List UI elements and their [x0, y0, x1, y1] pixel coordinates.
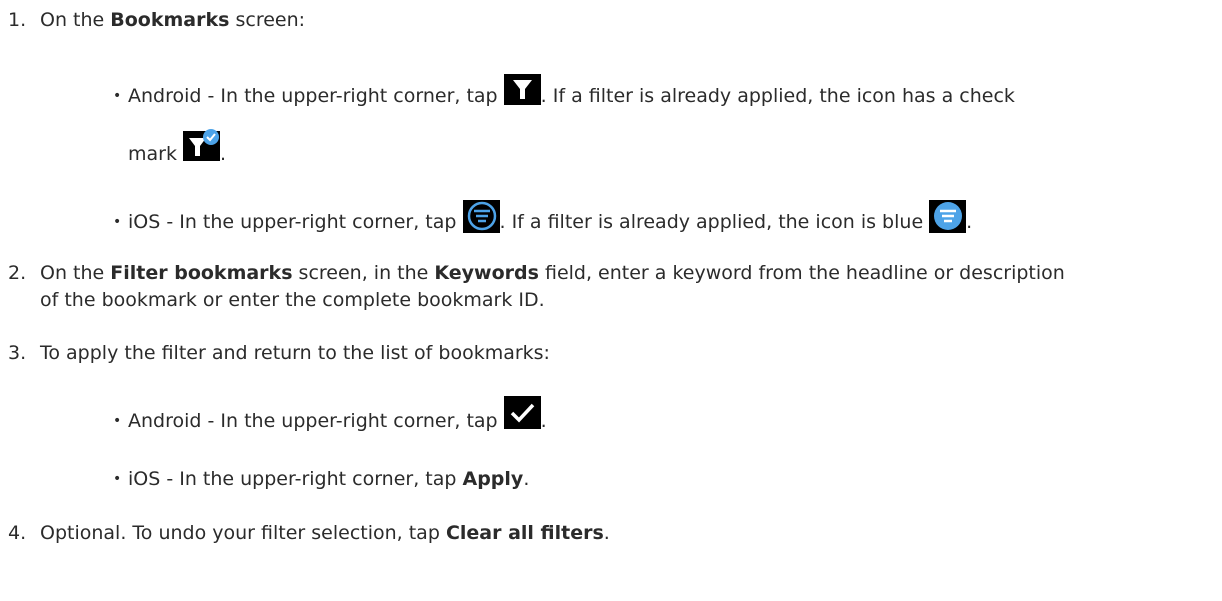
step-2: 2. On the Filter bookmarks screen, in the… [8, 260, 1065, 287]
bullet-text: iOS - In the upper-right corner, tap [128, 468, 463, 490]
step-text: screen, in the [292, 262, 435, 284]
bullet-dot: • [113, 413, 122, 429]
step-number: 2. [8, 262, 27, 284]
bullet-android-filter-wrap: mark . [128, 129, 227, 171]
checkmark-icon [503, 396, 541, 429]
step-number: 3. [8, 342, 27, 364]
step-2-continuation: of the bookmark or enter the complete bo… [40, 289, 545, 311]
bullet-text: iOS - In the upper-right corner, tap [128, 211, 463, 233]
bullet-text: . [523, 468, 530, 490]
step-4: 4. Optional. To undo your filter selectio… [8, 520, 610, 547]
step-number: 1. [8, 9, 27, 31]
bullet-text: . [220, 143, 227, 165]
bullet-text: . If a filter is already applied, the ic… [499, 211, 930, 233]
step-number: 4. [8, 522, 27, 544]
step-text: On the [40, 262, 111, 284]
bullet-dot: • [113, 88, 122, 104]
step-text: On the [40, 9, 111, 31]
bullet-dot: • [113, 214, 122, 230]
bullet-android-filter: • Android - In the upper-right corner, ta… [113, 74, 1015, 112]
bullet-text: Android - In the upper-right corner, tap [128, 410, 504, 432]
filter-circle-icon [462, 200, 500, 233]
step-text: screen: [229, 9, 306, 31]
bullet-text: Android - In the upper-right corner, tap [128, 85, 504, 107]
filter-icon [503, 74, 541, 105]
step-text: . [603, 522, 610, 544]
bold-term: Apply [462, 468, 524, 490]
filter-circle-blue-icon [929, 200, 967, 233]
step-1: 1. On the Bookmarks screen: [8, 7, 305, 34]
bullet-dot: • [113, 471, 122, 487]
bold-term: Bookmarks [110, 9, 230, 31]
bullet-android-apply: • Android - In the upper-right corner, ta… [113, 396, 547, 438]
filter-check-icon [183, 128, 221, 161]
step-3: 3. To apply the filter and return to the … [8, 340, 550, 367]
bullet-ios-apply: • iOS - In the upper-right corner, tap Ap… [113, 466, 529, 495]
bold-term: Keywords [434, 262, 539, 284]
bullet-ios-filter: • iOS - In the upper-right corner, tap . … [113, 200, 973, 239]
step-text: Optional. To undo your filter selection,… [40, 522, 446, 544]
bold-term: Filter bookmarks [110, 262, 293, 284]
bullet-text: mark [128, 143, 184, 165]
bullet-text: . [540, 410, 547, 432]
bullet-text: . If a filter is already applied, the ic… [540, 85, 1015, 107]
step-text: To apply the filter and return to the li… [40, 342, 550, 364]
bold-term: Clear all filters [445, 522, 604, 544]
bullet-text: . [966, 211, 973, 233]
step-text: field, enter a keyword from the headline… [538, 262, 1065, 284]
